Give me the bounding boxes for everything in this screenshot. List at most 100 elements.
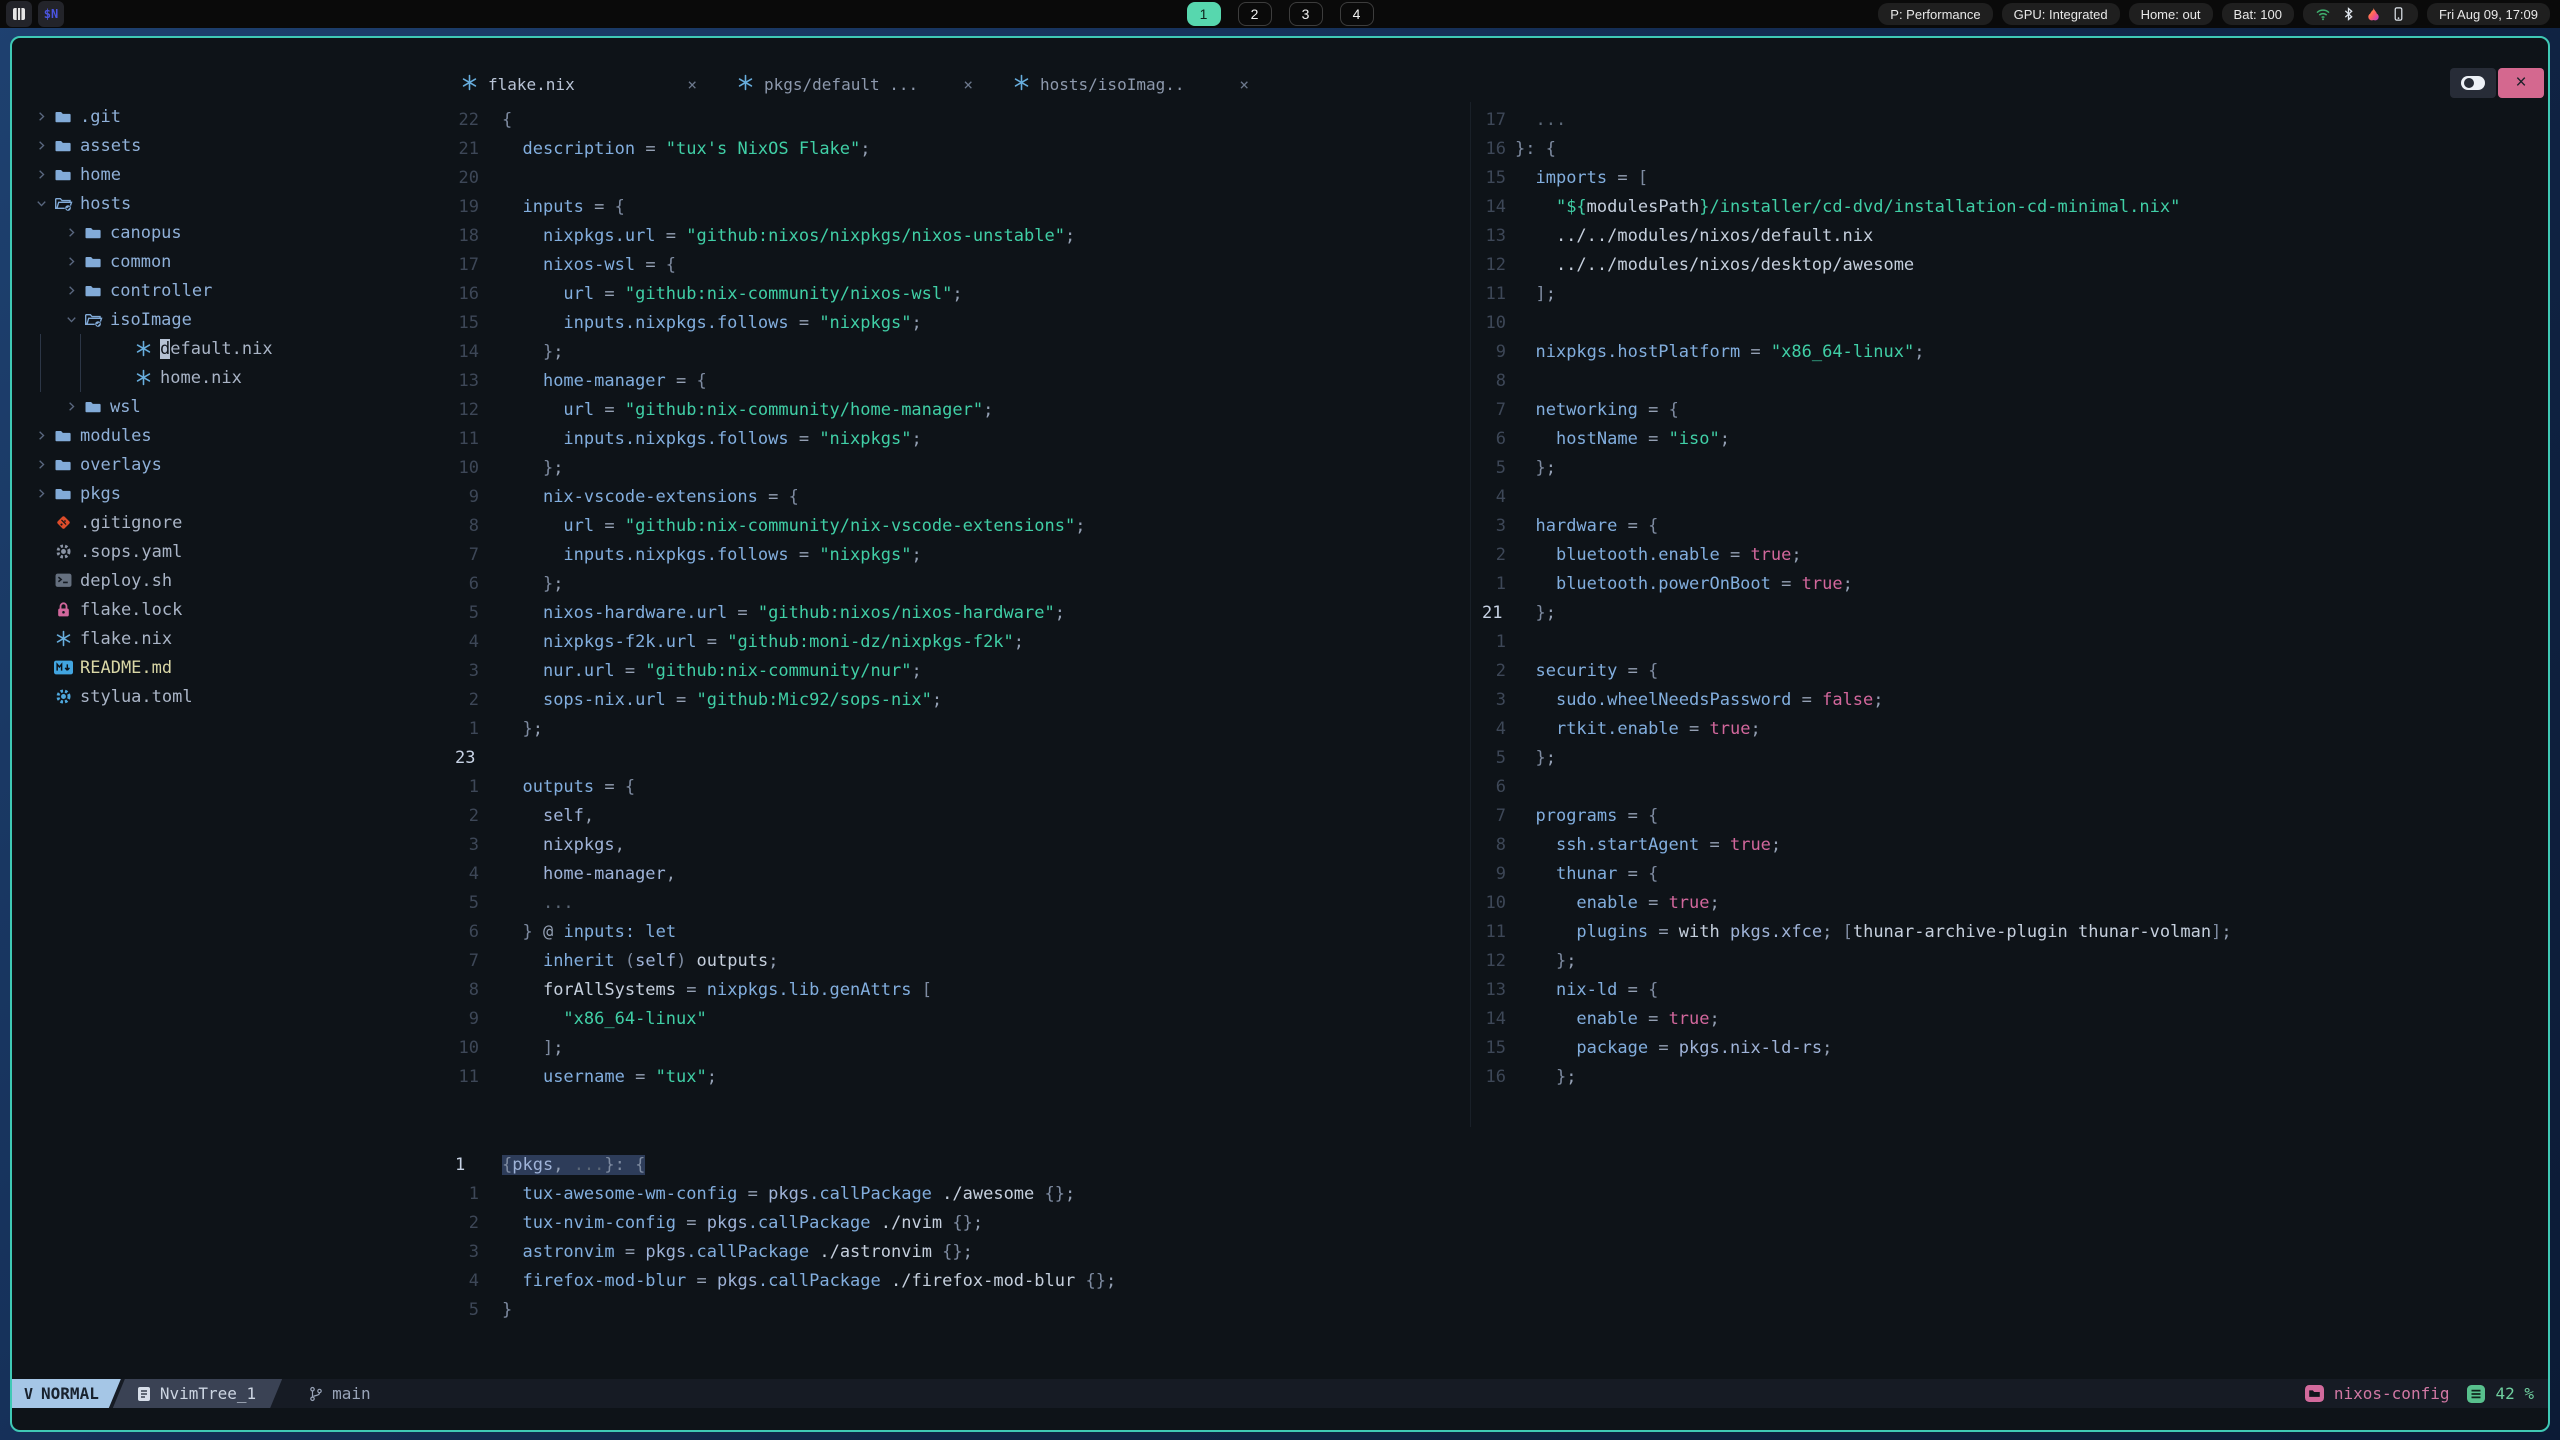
- code-line[interactable]: 3 nixpkgs,: [455, 830, 1470, 859]
- code-line[interactable]: 11 username = "tux";: [455, 1062, 1470, 1091]
- code-line[interactable]: 6: [1482, 772, 2548, 801]
- bluetooth-icon[interactable]: [2341, 6, 2356, 22]
- code-line[interactable]: 5 nixos-hardware.url = "github:nixos/nix…: [455, 598, 1470, 627]
- chevron-right-icon[interactable]: [60, 254, 82, 269]
- chevron-right-icon[interactable]: [30, 109, 52, 124]
- code-line[interactable]: 4 home-manager,: [455, 859, 1470, 888]
- buffer-tab-1[interactable]: pkgs/default ... ×: [731, 66, 983, 102]
- chevron-right-icon[interactable]: [30, 167, 52, 182]
- chevron-right-icon[interactable]: [30, 486, 52, 501]
- chevron-right-icon[interactable]: [30, 138, 52, 153]
- code-line[interactable]: 8 forAllSystems = nixpkgs.lib.genAttrs [: [455, 975, 1470, 1004]
- tree-item-home[interactable]: home: [12, 160, 442, 189]
- tree-item-deploy-sh[interactable]: deploy.sh: [12, 566, 442, 595]
- phone-icon[interactable]: [2391, 6, 2406, 22]
- code-line[interactable]: 1 outputs = {: [455, 772, 1470, 801]
- code-line[interactable]: 9 nix-vscode-extensions = {: [455, 482, 1470, 511]
- buffer-tab-2[interactable]: hosts/isoImag.. ×: [1007, 66, 1259, 102]
- chevron-right-icon[interactable]: [60, 399, 82, 414]
- code-line[interactable]: 23: [455, 743, 1470, 772]
- code-line[interactable]: 8: [1482, 366, 2548, 395]
- pane-flake-nix[interactable]: 22{21 description = "tux's NixOS Flake";…: [442, 102, 1470, 1127]
- code-line[interactable]: 1: [1482, 627, 2548, 656]
- tree-item--sops-yaml[interactable]: .sops.yaml: [12, 537, 442, 566]
- code-line[interactable]: 1 bluetooth.powerOnBoot = true;: [1482, 569, 2548, 598]
- code-line[interactable]: 7 networking = {: [1482, 395, 2548, 424]
- code-line[interactable]: 10: [1482, 308, 2548, 337]
- code-line[interactable]: 15 imports = [: [1482, 163, 2548, 192]
- window-close-button[interactable]: ×: [2498, 68, 2544, 98]
- sticky-toggle-button[interactable]: [2450, 68, 2496, 98]
- code-line[interactable]: 13 home-manager = {: [455, 366, 1470, 395]
- tree-item-flake-nix[interactable]: flake.nix: [12, 624, 442, 653]
- tree-item-home-nix[interactable]: home.nix: [12, 363, 442, 392]
- code-line[interactable]: 10 };: [455, 453, 1470, 482]
- tree-item-modules[interactable]: modules: [12, 421, 442, 450]
- clock-widget[interactable]: Fri Aug 09, 17:09: [2426, 3, 2550, 25]
- code-line[interactable]: 5 };: [1482, 743, 2548, 772]
- tree-item--gitignore[interactable]: .gitignore: [12, 508, 442, 537]
- code-line[interactable]: 9 nixpkgs.hostPlatform = "x86_64-linux";: [1482, 337, 2548, 366]
- code-line[interactable]: 17 ...: [1482, 105, 2548, 134]
- tree-item-pkgs[interactable]: pkgs: [12, 479, 442, 508]
- code-line[interactable]: 6 };: [455, 569, 1470, 598]
- code-line[interactable]: 22 {: [455, 105, 1470, 134]
- code-line[interactable]: 13 ../../modules/nixos/default.nix: [1482, 221, 2548, 250]
- code-line[interactable]: 21 };: [1482, 598, 2548, 627]
- code-line[interactable]: 6 hostName = "iso";: [1482, 424, 2548, 453]
- code-line[interactable]: 17 nixos-wsl = {: [455, 250, 1470, 279]
- workspace-button-3[interactable]: 3: [1288, 2, 1323, 26]
- status-pill-3[interactable]: Bat: 100: [2221, 3, 2294, 25]
- code-line[interactable]: 15 inputs.nixpkgs.follows = "nixpkgs";: [455, 308, 1470, 337]
- chevron-right-icon[interactable]: [30, 428, 52, 443]
- chevron-right-icon[interactable]: [60, 283, 82, 298]
- code-line[interactable]: 12 ../../modules/nixos/desktop/awesome: [1482, 250, 2548, 279]
- code-line[interactable]: 11 inputs.nixpkgs.follows = "nixpkgs";: [455, 424, 1470, 453]
- chevron-right-icon[interactable]: [60, 225, 82, 240]
- chevron-down-icon[interactable]: [60, 312, 82, 327]
- code-line[interactable]: 16 url = "github:nix-community/nixos-wsl…: [455, 279, 1470, 308]
- code-line[interactable]: 4 rtkit.enable = true;: [1482, 714, 2548, 743]
- tree-item-wsl[interactable]: wsl: [12, 392, 442, 421]
- code-line[interactable]: 5}: [455, 1295, 2548, 1324]
- code-line[interactable]: 14 enable = true;: [1482, 1004, 2548, 1033]
- tree-item-overlays[interactable]: overlays: [12, 450, 442, 479]
- code-line[interactable]: 1 tux-awesome-wm-config = pkgs.callPacka…: [455, 1179, 2548, 1208]
- code-line[interactable]: 12 url = "github:nix-community/home-mana…: [455, 395, 1470, 424]
- code-line[interactable]: 4 nixpkgs-f2k.url = "github:moni-dz/nixp…: [455, 627, 1470, 656]
- tree-item-flake-lock[interactable]: flake.lock: [12, 595, 442, 624]
- tree-item-default-nix[interactable]: default.nix: [12, 334, 442, 363]
- code-line[interactable]: 12 };: [1482, 946, 2548, 975]
- flame-icon[interactable]: [2366, 6, 2381, 22]
- code-line[interactable]: 8 ssh.startAgent = true;: [1482, 830, 2548, 859]
- code-line[interactable]: 2 sops-nix.url = "github:Mic92/sops-nix"…: [455, 685, 1470, 714]
- code-line[interactable]: 16}: {: [1482, 134, 2548, 163]
- code-line[interactable]: 4: [1482, 482, 2548, 511]
- tab-close-icon[interactable]: ×: [963, 75, 973, 94]
- code-line[interactable]: 2 tux-nvim-config = pkgs.callPackage ./n…: [455, 1208, 2548, 1237]
- code-line[interactable]: 20: [455, 163, 1470, 192]
- code-line[interactable]: 19 inputs = {: [455, 192, 1470, 221]
- tree-item-readme-md[interactable]: README.md: [12, 653, 442, 682]
- workspace-button-1[interactable]: 1: [1186, 2, 1221, 26]
- code-line[interactable]: 15 package = pkgs.nix-ld-rs;: [1482, 1033, 2548, 1062]
- code-line[interactable]: 9 thunar = {: [1482, 859, 2548, 888]
- code-line[interactable]: 2 self,: [455, 801, 1470, 830]
- code-line[interactable]: 21 description = "tux's NixOS Flake";: [455, 134, 1470, 163]
- code-line[interactable]: 7 inputs.nixpkgs.follows = "nixpkgs";: [455, 540, 1470, 569]
- code-line[interactable]: 6 } @ inputs: let: [455, 917, 1470, 946]
- status-pill-0[interactable]: P: Performance: [1878, 3, 1993, 25]
- code-line[interactable]: 2 bluetooth.enable = true;: [1482, 540, 2548, 569]
- tree-item-hosts[interactable]: hosts: [12, 189, 442, 218]
- tree-item-stylua-toml[interactable]: stylua.toml: [12, 682, 442, 711]
- code-line[interactable]: 3 sudo.wheelNeedsPassword = false;: [1482, 685, 2548, 714]
- tree-item--git[interactable]: .git: [12, 102, 442, 131]
- code-line[interactable]: 18 nixpkgs.url = "github:nixos/nixpkgs/n…: [455, 221, 1470, 250]
- code-line[interactable]: 13 nix-ld = {: [1482, 975, 2548, 1004]
- code-line[interactable]: 7 inherit (self) outputs;: [455, 946, 1470, 975]
- code-line[interactable]: 14 "${modulesPath}/installer/cd-dvd/inst…: [1482, 192, 2548, 221]
- code-line[interactable]: 1 {pkgs, ...}: {: [455, 1150, 2548, 1179]
- code-line[interactable]: 3 astronvim = pkgs.callPackage ./astronv…: [455, 1237, 2548, 1266]
- wifi-icon[interactable]: [2315, 6, 2331, 22]
- code-line[interactable]: 3 nur.url = "github:nix-community/nur";: [455, 656, 1470, 685]
